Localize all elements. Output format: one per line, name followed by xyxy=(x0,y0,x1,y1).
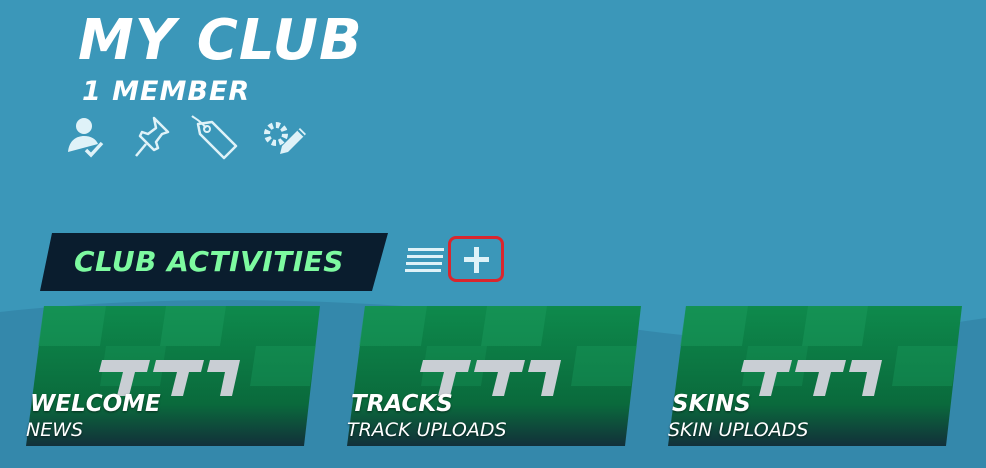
activity-card-welcome[interactable]: WELCOME NEWS xyxy=(26,306,322,446)
member-count: 1 MEMBER xyxy=(82,76,251,107)
list-view-button[interactable] xyxy=(404,244,446,278)
activity-card-skins[interactable]: SKINS SKIN UPLOADS xyxy=(668,306,964,446)
member-check-icon[interactable] xyxy=(60,112,110,162)
club-activities-header: CLUB ACTIVITIES xyxy=(40,233,388,291)
card-subtitle: NEWS xyxy=(26,419,84,441)
plus-icon xyxy=(464,247,489,273)
settings-edit-icon[interactable] xyxy=(258,112,308,162)
card-subtitle: SKIN UPLOADS xyxy=(668,419,809,441)
list-icon xyxy=(405,248,444,272)
card-title: SKINS xyxy=(672,391,751,417)
card-title: TRACKS xyxy=(351,391,453,417)
card-title: WELCOME xyxy=(30,391,161,417)
page-title: MY CLUB xyxy=(78,8,363,73)
section-title: CLUB ACTIVITIES xyxy=(74,245,344,278)
tag-icon[interactable] xyxy=(190,112,240,162)
add-activity-button[interactable] xyxy=(448,236,504,282)
card-subtitle: TRACK UPLOADS xyxy=(347,419,507,441)
club-icon-bar xyxy=(60,112,320,162)
activity-card-tracks[interactable]: TRACKS TRACK UPLOADS xyxy=(347,306,643,446)
pin-icon[interactable] xyxy=(126,112,176,162)
